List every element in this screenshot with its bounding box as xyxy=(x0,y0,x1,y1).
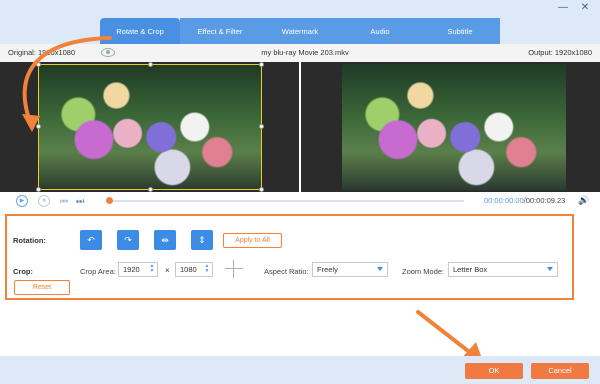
crop-handle-top-right[interactable] xyxy=(259,62,264,67)
cancel-button[interactable]: Cancel xyxy=(531,363,589,379)
tab-effect-filter[interactable]: Effect & Filter xyxy=(180,18,260,44)
crop-height-input[interactable]: 1080 ▲ ▼ xyxy=(175,262,213,277)
zoom-mode-value: Letter Box xyxy=(453,265,488,274)
crop-width-input[interactable]: 1920 ▲ ▼ xyxy=(118,262,158,277)
settings-panel: Rotation: ↶ ↷ ⇹ ⇕ Apply to All Crop: Cro… xyxy=(5,214,574,300)
file-name: my blu-ray Movie 203.mkv xyxy=(261,48,349,57)
stop-button[interactable]: ■ xyxy=(38,195,50,207)
reset-button[interactable]: Reset xyxy=(14,280,70,295)
crop-label: Crop: xyxy=(13,267,33,276)
crop-width-stepper[interactable]: ▲ ▼ xyxy=(148,264,156,275)
next-frame-icon[interactable]: ⏭ xyxy=(76,195,84,207)
crop-height-value: 1080 xyxy=(180,265,197,274)
times-sign: × xyxy=(165,266,170,275)
crop-width-value: 1920 xyxy=(123,265,140,274)
current-time: 00:00:00.00 xyxy=(484,196,524,205)
tab-subtitle[interactable]: Subtitle xyxy=(420,18,500,44)
tab-audio[interactable]: Audio xyxy=(340,18,420,44)
output-preview xyxy=(300,62,600,192)
crosshair-icon[interactable] xyxy=(225,260,243,278)
play-button[interactable]: ▶ xyxy=(16,195,28,207)
tab-watermark[interactable]: Watermark xyxy=(260,18,340,44)
volume-icon[interactable]: 🔊 xyxy=(578,195,589,206)
chevron-down-icon xyxy=(547,267,553,271)
previous-frame-icon[interactable]: ⏮ xyxy=(60,195,68,207)
flip-horizontal-button[interactable]: ⇹ xyxy=(154,230,176,250)
chevron-down-icon xyxy=(377,267,383,271)
rotation-label: Rotation: xyxy=(13,236,46,245)
crop-handle-top[interactable] xyxy=(148,62,153,67)
zoom-mode-label: Zoom Mode: xyxy=(402,267,445,276)
rotate-right-button[interactable]: ↷ xyxy=(117,230,139,250)
ok-button[interactable]: OK xyxy=(465,363,523,379)
output-resolution: Output: 1920x1080 xyxy=(528,48,592,57)
zoom-mode-select[interactable]: Letter Box xyxy=(448,262,558,277)
apply-to-all-button[interactable]: Apply to All xyxy=(223,233,282,248)
minimize-button[interactable]: — xyxy=(556,2,570,14)
progress-track[interactable] xyxy=(108,200,464,202)
preview-divider xyxy=(299,62,301,192)
crop-area-label: Crop Area: xyxy=(80,267,116,276)
output-video-frame xyxy=(342,64,566,190)
progress-thumb[interactable] xyxy=(106,197,113,204)
close-button[interactable]: ✕ xyxy=(578,2,592,14)
aspect-ratio-select[interactable]: Freely xyxy=(312,262,388,277)
player-controls: ▶ ■ ⏮ ⏭ 00:00:00.00/00:00:09.23 🔊 xyxy=(0,192,600,210)
rotate-left-button[interactable]: ↶ xyxy=(80,230,102,250)
duration: 00:00:09.23 xyxy=(525,196,566,205)
aspect-ratio-label: Aspect Ratio: xyxy=(264,267,309,276)
flip-vertical-button[interactable]: ⇕ xyxy=(191,230,213,250)
aspect-ratio-value: Freely xyxy=(317,265,338,274)
annotation-arrow-top xyxy=(22,36,112,132)
crop-handle-right[interactable] xyxy=(259,124,264,129)
crop-height-stepper[interactable]: ▲ ▼ xyxy=(203,264,211,275)
time-display: 00:00:00.00/00:00:09.23 xyxy=(484,196,565,205)
tab-bar: Rotate & Crop Effect & Filter Watermark … xyxy=(100,18,500,44)
